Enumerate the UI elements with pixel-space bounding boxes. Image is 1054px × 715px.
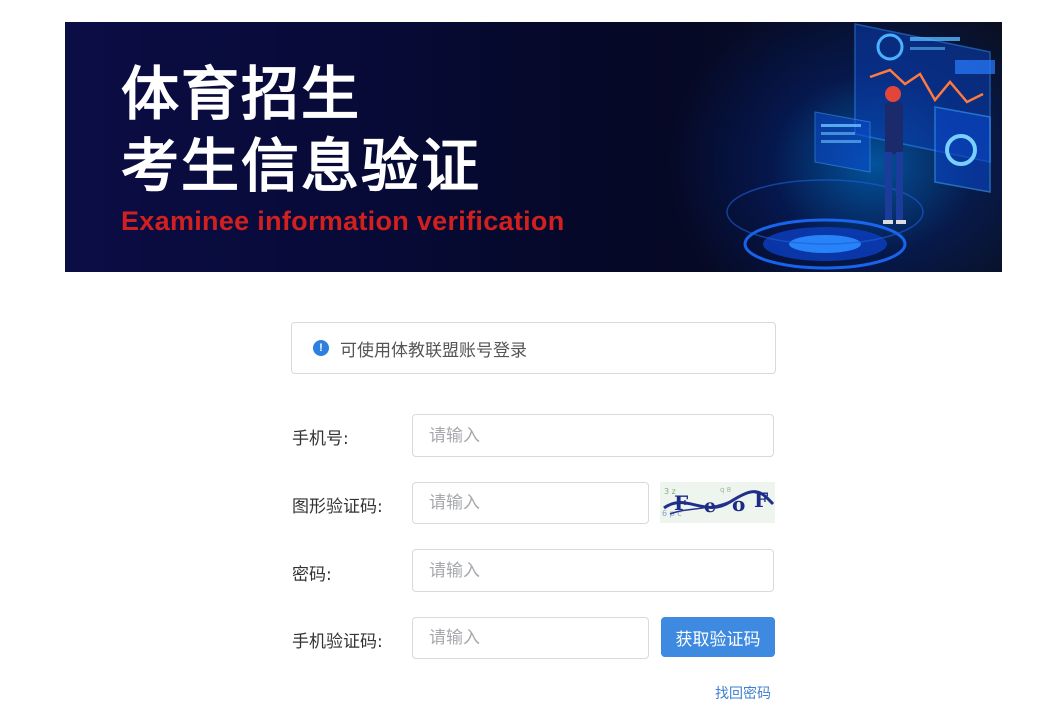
- phone-label: 手机号:: [292, 429, 349, 449]
- banner-subtitle: Examinee information verification: [121, 206, 565, 236]
- forgot-password-link[interactable]: 找回密码: [715, 683, 771, 703]
- phone-input[interactable]: [412, 414, 774, 457]
- password-label: 密码:: [292, 565, 332, 585]
- svg-text:F: F: [674, 491, 688, 515]
- svg-text:F: F: [754, 488, 768, 512]
- svg-text:e: e: [704, 495, 716, 517]
- sms-code-label: 手机验证码:: [292, 632, 383, 652]
- banner-illustration: [726, 23, 995, 270]
- banner-title-line1: 体育招生: [121, 60, 362, 128]
- header-banner: 体育招生 考生信息验证 Examinee information verific…: [65, 22, 1002, 272]
- sms-code-input[interactable]: [412, 617, 649, 659]
- banner-title-line2: 考生信息验证: [121, 132, 482, 200]
- get-code-button[interactable]: 获取验证码: [661, 617, 775, 657]
- captcha-image[interactable]: 3 z 6 p c q 8 F e o F: [660, 482, 775, 523]
- notice-text: 可使用体教联盟账号登录: [340, 340, 527, 361]
- login-hint-notice: ! 可使用体教联盟账号登录: [291, 322, 776, 374]
- svg-text:o: o: [732, 492, 745, 516]
- image-captcha-input[interactable]: [412, 482, 649, 524]
- svg-text:q 8: q 8: [720, 486, 731, 494]
- image-captcha-label: 图形验证码:: [292, 497, 383, 517]
- password-input[interactable]: [412, 549, 774, 592]
- info-icon: !: [313, 340, 329, 356]
